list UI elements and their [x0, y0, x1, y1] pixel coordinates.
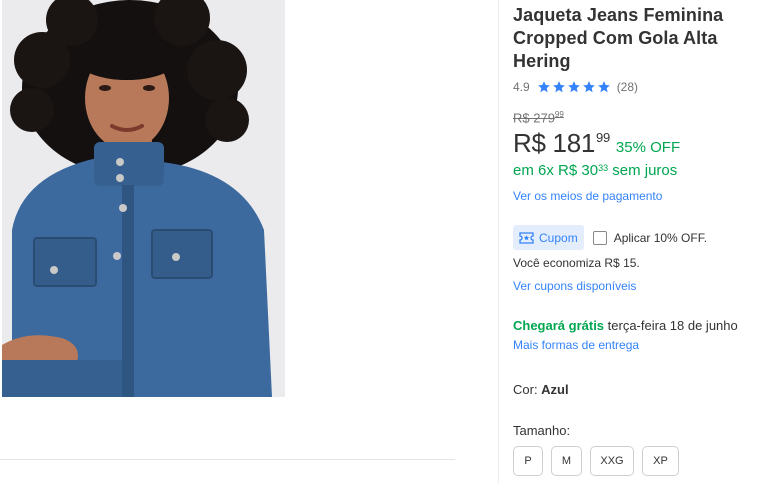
product-image	[2, 0, 285, 397]
original-price-cents: 99	[554, 110, 564, 119]
price-row: R$ 18199 35% OFF	[513, 128, 680, 159]
savings-text: Você economiza R$ 15.	[513, 256, 640, 270]
apply-coupon-checkbox[interactable]	[592, 230, 607, 245]
installments: em 6x R$ 3033 sem juros	[513, 162, 677, 179]
gallery-divider	[0, 459, 455, 460]
size-button-m[interactable]: M	[551, 446, 582, 476]
installments-cents: 33	[598, 163, 609, 173]
size-button-p[interactable]: P	[513, 446, 543, 476]
apply-coupon-label[interactable]: Aplicar 10% OFF.	[614, 231, 707, 245]
color-label: Cor:	[513, 382, 542, 397]
column-divider	[498, 0, 499, 483]
star-icon	[567, 80, 581, 94]
shipping-options-link[interactable]: Mais formas de entrega	[513, 338, 639, 352]
color-selector: Cor: Azul	[513, 382, 569, 397]
shipping-info: Chegará grátis terça-feira 18 de junho	[513, 318, 738, 333]
original-price-main: R$ 279	[513, 110, 555, 126]
size-options: P M XXG XP	[513, 446, 687, 476]
rating[interactable]: 4.9 (28)	[513, 80, 638, 94]
gallery	[0, 0, 498, 483]
installments-prefix: em	[513, 162, 539, 179]
color-value: Azul	[541, 382, 569, 397]
delivery-date: terça-feira 18 de junho	[604, 318, 738, 333]
available-coupons-link[interactable]: Ver cupons disponíveis	[513, 279, 636, 293]
current-price-cents: 99	[596, 130, 610, 145]
current-price: R$ 18199	[513, 128, 610, 159]
product-photo[interactable]	[2, 0, 285, 397]
installments-amount: R$ 30	[553, 162, 599, 179]
star-icon	[597, 80, 611, 94]
coupon-row: Cupom Aplicar 10% OFF.	[513, 225, 707, 250]
rating-stars	[537, 80, 612, 94]
installments-suffix: sem juros	[608, 162, 678, 179]
current-price-main: R$ 181	[513, 128, 596, 158]
discount-label: 35% OFF	[615, 139, 681, 156]
star-icon	[582, 80, 596, 94]
coupon-badge: Cupom	[513, 225, 584, 250]
original-price: R$ 27999	[513, 110, 564, 125]
installments-count: 6x	[538, 162, 554, 179]
size-label: Tamanho:	[513, 423, 571, 438]
star-icon	[552, 80, 566, 94]
rating-count: (28)	[616, 80, 639, 94]
ticket-icon	[519, 231, 534, 244]
free-shipping-label: Chegará grátis	[513, 318, 605, 333]
size-button-xp[interactable]: XP	[642, 446, 679, 476]
coupon-label: Cupom	[539, 230, 578, 245]
size-button-xxg[interactable]: XXG	[590, 446, 634, 476]
payment-methods-link[interactable]: Ver os meios de pagamento	[513, 189, 662, 203]
star-icon	[537, 80, 551, 94]
product-title: Jaqueta Jeans Feminina Cropped Com Gola …	[513, 5, 724, 71]
rating-score: 4.9	[513, 80, 530, 94]
